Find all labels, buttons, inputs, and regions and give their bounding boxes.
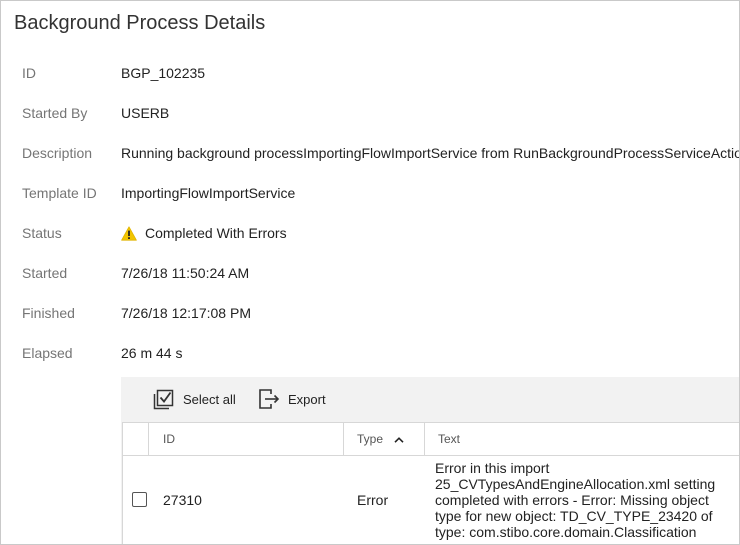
detail-label-status: Status [22, 225, 62, 241]
select-all-label: Select all [183, 391, 236, 407]
export-icon [259, 389, 280, 409]
messages-toolbar: Select all Export [121, 377, 739, 421]
detail-row-description: Description Running background processIm… [1, 143, 740, 183]
detail-row-started: Started 7/26/18 11:50:24 AM [1, 263, 739, 303]
detail-value-finished: 7/26/18 12:17:08 PM [121, 305, 251, 321]
column-header-text[interactable]: Text [438, 423, 460, 455]
column-separator [148, 423, 149, 455]
column-header-id[interactable]: ID [163, 423, 175, 455]
row-cell-id: 27310 [163, 492, 202, 508]
column-header-type[interactable]: Type [357, 423, 404, 455]
detail-value-started-by: USERB [121, 105, 170, 121]
warning-icon [121, 225, 137, 241]
messages-panel: Select all Export ID Type Text 27310 Err… [121, 377, 739, 544]
sort-ascending-icon [394, 436, 404, 443]
background-process-details-panel: Background Process Details ID BGP_102235… [0, 0, 740, 545]
detail-value-status: Completed With Errors [121, 223, 287, 243]
detail-value-description: Running background processImportingFlowI… [121, 145, 740, 161]
table-row[interactable]: 27310 Error Error in this import 25_CVTy… [123, 456, 739, 544]
detail-label-id: ID [22, 65, 36, 81]
detail-row-template-id: Template ID ImportingFlowImportService [1, 183, 739, 223]
status-text: Completed With Errors [145, 225, 287, 241]
export-label: Export [288, 391, 326, 407]
detail-row-status: Status Completed With Errors [1, 223, 739, 263]
detail-row-finished: Finished 7/26/18 12:17:08 PM [1, 303, 739, 343]
detail-value-template-id: ImportingFlowImportService [121, 185, 296, 201]
select-all-button[interactable]: Select all [153, 386, 236, 412]
detail-label-started: Started [22, 265, 68, 281]
detail-row-started-by: Started By USERB [1, 103, 739, 143]
detail-label-description: Description [22, 145, 93, 161]
select-all-icon [153, 389, 174, 410]
detail-label-finished: Finished [22, 305, 75, 321]
column-separator [343, 423, 344, 455]
detail-value-id: BGP_102235 [121, 65, 206, 81]
detail-value-started: 7/26/18 11:50:24 AM [121, 265, 250, 281]
detail-label-elapsed: Elapsed [22, 345, 73, 361]
row-cell-text: Error in this import 25_CVTypesAndEngine… [435, 460, 716, 540]
row-checkbox[interactable] [132, 492, 147, 507]
column-header-type-label: Type [357, 432, 384, 446]
export-button[interactable]: Export [258, 386, 326, 412]
detail-label-template-id: Template ID [22, 185, 97, 201]
messages-table: ID Type Text 27310 Error Error in this i… [122, 422, 739, 544]
row-cell-type: Error [357, 492, 389, 508]
table-header: ID Type Text [123, 423, 739, 456]
column-separator [424, 423, 425, 455]
detail-row-id: ID BGP_102235 [1, 63, 739, 103]
page-title: Background Process Details [14, 12, 266, 34]
detail-value-elapsed: 26 m 44 s [121, 345, 183, 361]
detail-label-started-by: Started By [22, 105, 88, 121]
